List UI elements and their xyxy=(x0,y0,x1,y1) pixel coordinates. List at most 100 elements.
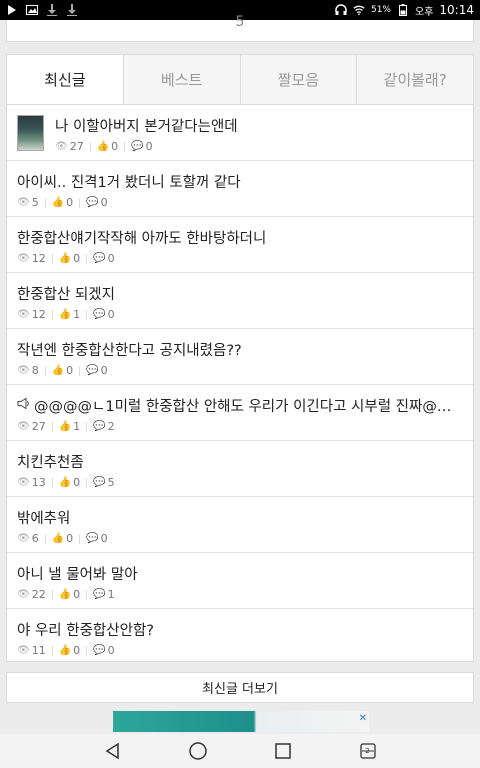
post-meta: 👁 6 👍 0 💬 0 xyxy=(17,532,463,545)
thumbs-up-icon: 👍 xyxy=(96,141,110,152)
post-meta: 👁 12 👍 1 💬 0 xyxy=(17,308,463,321)
post-title: 야 우리 한중합산안함? xyxy=(17,623,154,639)
list-item[interactable]: @@@@ㄴ1미럴 한중합산 안해도 우리가 이긴다고 시부럴 진짜@@... 👁… xyxy=(7,385,473,441)
thumbs-up-icon: 👍 xyxy=(58,589,72,600)
comment-icon: 💬 xyxy=(86,197,99,208)
comment-icon: 💬 xyxy=(131,141,144,152)
list-item[interactable]: 한중합산얘기작작해 아까도 한바탕하더니 👁 12 👍 0 💬 0 xyxy=(7,217,473,273)
comment-icon: 💬 xyxy=(93,645,106,656)
comment-count: 0 xyxy=(100,532,108,545)
eye-icon: 👁 xyxy=(17,253,30,264)
list-item[interactable]: 아이씨.. 진격1거 봤더니 토할꺼 같다 👁 5 👍 0 💬 0 xyxy=(7,161,473,217)
like-count: 0 xyxy=(66,364,74,377)
post-title: 나 이할아버지 본거같다는앤데 xyxy=(55,119,238,135)
dual-window-badge: 2 xyxy=(365,747,370,755)
thumbs-up-icon: 👍 xyxy=(51,197,65,208)
post-meta: 👁 27 👍 1 💬 2 xyxy=(17,420,463,433)
view-count: 13 xyxy=(31,476,46,489)
post-meta: 👁 5 👍 0 💬 0 xyxy=(17,196,463,209)
post-title: 아니 낼 물어봐 말아 xyxy=(17,567,138,583)
thumbs-up-icon: 👍 xyxy=(58,309,72,320)
post-title: 작년엔 한중합산한다고 공지내렸음?? xyxy=(17,343,242,359)
list-item[interactable]: 밖에추워 👁 6 👍 0 💬 0 xyxy=(7,497,473,553)
page-number[interactable]: 5 xyxy=(7,14,473,30)
post-meta: 👁 8 👍 0 💬 0 xyxy=(17,364,463,377)
post-title: @@@@ㄴ1미럴 한중합산 안해도 우리가 이긴다고 시부럴 진짜@@... xyxy=(34,399,463,415)
eye-icon: 👁 xyxy=(17,197,30,208)
like-count: 1 xyxy=(73,308,81,321)
comment-count: 0 xyxy=(100,196,108,209)
comment-icon: 💬 xyxy=(86,365,99,376)
tab-images[interactable]: 짤모음 xyxy=(239,55,357,104)
list-item[interactable]: 야 우리 한중합산안함? 👁 11 👍 0 💬 0 xyxy=(7,609,473,665)
comment-icon: 💬 xyxy=(93,421,106,432)
tab-watch-together[interactable]: 같이볼래? xyxy=(356,55,473,104)
system-nav-bar: 2 xyxy=(0,734,480,768)
post-title: 한중합산얘기작작해 아까도 한바탕하더니 xyxy=(17,231,267,247)
comment-count: 0 xyxy=(107,252,115,265)
list-item[interactable]: 나 이할아버지 본거같다는앤데 👁 27 👍 0 💬 0 xyxy=(7,105,473,161)
eye-icon: 👁 xyxy=(17,589,30,600)
list-item[interactable]: 아니 낼 물어봐 말아 👁 22 👍 0 💬 1 xyxy=(7,553,473,609)
comment-count: 5 xyxy=(107,476,115,489)
view-count: 8 xyxy=(31,364,39,377)
view-count: 12 xyxy=(31,308,46,321)
view-count: 5 xyxy=(31,196,39,209)
list-item[interactable]: 한중합산 되겠지 👁 12 👍 1 💬 0 xyxy=(7,273,473,329)
thumbs-up-icon: 👍 xyxy=(51,365,65,376)
tab-bar: 최신글 베스트 짤모음 같이볼래? xyxy=(7,55,473,105)
home-button[interactable] xyxy=(186,739,210,763)
list-item[interactable]: 치킨추천좀 👁 13 👍 0 💬 5 xyxy=(7,441,473,497)
comment-count: 0 xyxy=(107,308,115,321)
like-count: 0 xyxy=(66,196,74,209)
post-meta: 👁 13 👍 0 💬 5 xyxy=(17,476,463,489)
comment-count: 0 xyxy=(100,364,108,377)
post-meta: 👁 22 👍 0 💬 1 xyxy=(17,588,463,601)
comment-count: 0 xyxy=(145,140,153,153)
comment-icon: 💬 xyxy=(93,589,106,600)
pagination-card: 5 xyxy=(6,14,474,42)
eye-icon: 👁 xyxy=(17,645,30,656)
thumbs-up-icon: 👍 xyxy=(58,645,72,656)
megaphone-icon xyxy=(17,397,30,413)
eye-icon: 👁 xyxy=(55,141,68,152)
eye-icon: 👁 xyxy=(17,421,30,432)
post-title: 아이씨.. 진격1거 봤더니 토할꺼 같다 xyxy=(17,175,241,191)
view-count: 12 xyxy=(31,252,46,265)
like-count: 0 xyxy=(66,532,74,545)
post-meta: 👁 12 👍 0 💬 0 xyxy=(17,252,463,265)
view-count: 27 xyxy=(31,420,46,433)
thumbs-up-icon: 👍 xyxy=(58,253,72,264)
tab-latest[interactable]: 최신글 xyxy=(7,55,123,104)
back-button[interactable] xyxy=(101,739,125,763)
load-more-button[interactable]: 최신글 더보기 xyxy=(6,672,474,703)
comment-count: 0 xyxy=(107,644,115,657)
like-count: 0 xyxy=(111,140,119,153)
back-icon xyxy=(105,742,119,760)
list-item[interactable]: 작년엔 한중합산한다고 공지내렸음?? 👁 8 👍 0 💬 0 xyxy=(7,329,473,385)
comment-icon: 💬 xyxy=(93,477,106,488)
dual-window-button[interactable]: 2 xyxy=(356,739,380,763)
thumbs-up-icon: 👍 xyxy=(51,533,65,544)
thumbs-up-icon: 👍 xyxy=(58,421,72,432)
close-icon[interactable]: ✕ xyxy=(359,713,367,724)
view-count: 27 xyxy=(69,140,84,153)
eye-icon: 👁 xyxy=(17,309,30,320)
comment-icon: 💬 xyxy=(93,309,106,320)
eye-icon: 👁 xyxy=(17,533,30,544)
post-title: 한중합산 되겠지 xyxy=(17,287,115,303)
overview-button[interactable] xyxy=(271,739,295,763)
tab-best[interactable]: 베스트 xyxy=(122,55,240,104)
post-title: 밖에추워 xyxy=(17,511,71,527)
comment-count: 1 xyxy=(107,588,115,601)
ad-banner[interactable]: ✕ xyxy=(113,711,369,732)
like-count: 0 xyxy=(73,476,81,489)
post-thumbnail xyxy=(17,115,44,151)
view-count: 11 xyxy=(31,644,46,657)
view-count: 22 xyxy=(31,588,46,601)
home-icon xyxy=(188,742,207,760)
like-count: 1 xyxy=(73,420,81,433)
comment-icon: 💬 xyxy=(93,253,106,264)
post-list-card: 최신글 베스트 짤모음 같이볼래? 나 이할아버지 본거같다는앤데 👁 27 👍 0… xyxy=(6,54,474,662)
comment-count: 2 xyxy=(107,420,115,433)
